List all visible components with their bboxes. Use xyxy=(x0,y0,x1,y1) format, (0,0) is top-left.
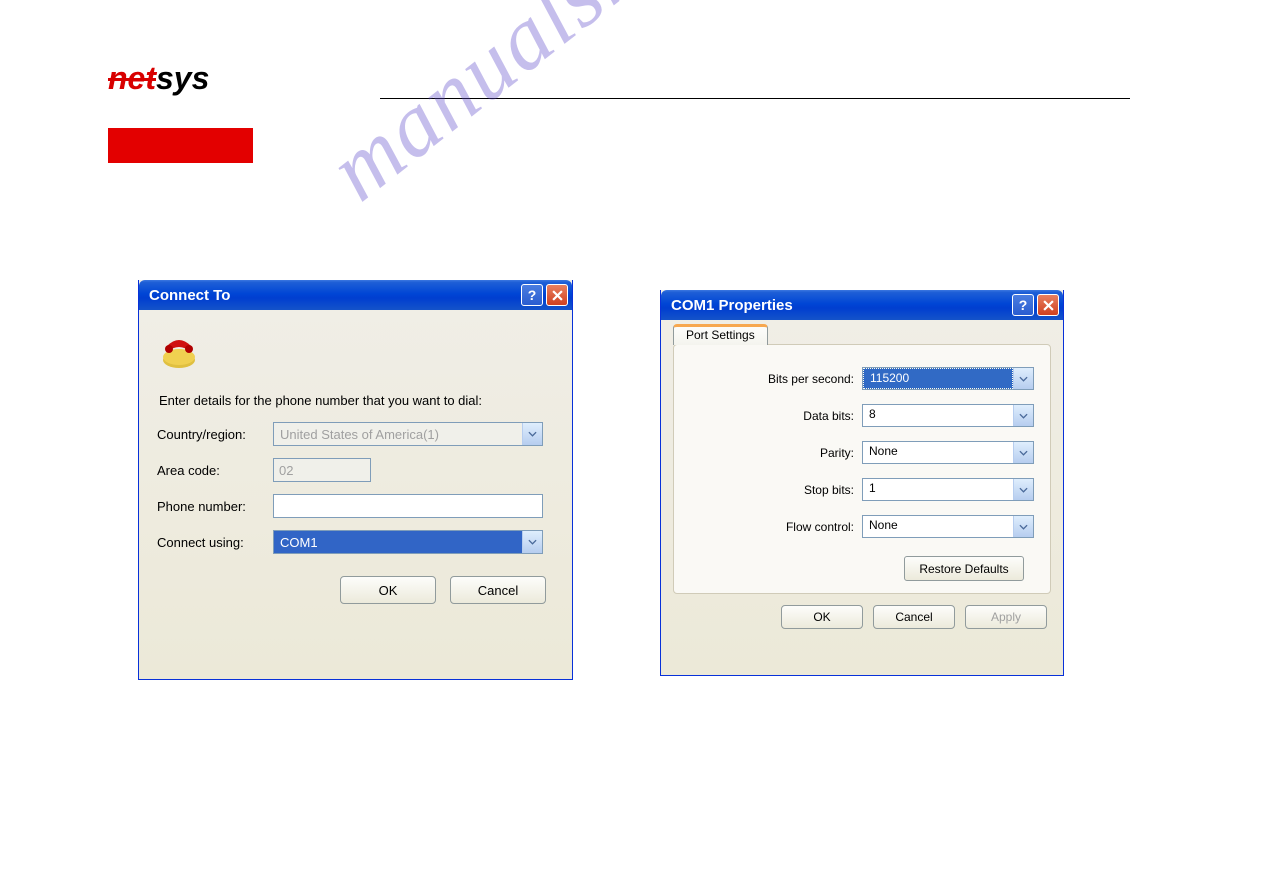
databits-select[interactable]: 8 xyxy=(862,404,1034,427)
country-value: United States of America(1) xyxy=(274,425,522,444)
stopbits-label: Stop bits: xyxy=(804,483,854,497)
logo-sys: sys xyxy=(156,60,209,96)
com-title: COM1 Properties xyxy=(671,297,1009,314)
connect-using-label: Connect using: xyxy=(157,535,273,550)
com1-properties-dialog: COM1 Properties ? Port Settings Bits per… xyxy=(660,290,1064,676)
phone-label: Phone number: xyxy=(157,499,273,514)
phone-icon xyxy=(161,332,554,375)
help-icon[interactable]: ? xyxy=(1012,294,1034,316)
cancel-button[interactable]: Cancel xyxy=(450,576,546,604)
ok-button[interactable]: OK xyxy=(781,605,863,629)
bps-label: Bits per second: xyxy=(768,372,854,386)
logo: netsys xyxy=(108,60,209,97)
area-label: Area code: xyxy=(157,463,273,478)
watermark-text: manualshive.com xyxy=(310,0,891,221)
stopbits-value: 1 xyxy=(863,479,1013,500)
chevron-down-icon[interactable] xyxy=(1013,405,1033,426)
restore-defaults-button[interactable]: Restore Defaults xyxy=(904,556,1024,581)
close-icon[interactable] xyxy=(546,284,568,306)
chevron-down-icon[interactable] xyxy=(1013,442,1033,463)
flow-value: None xyxy=(863,516,1013,537)
databits-value: 8 xyxy=(863,405,1013,426)
parity-label: Parity: xyxy=(820,446,854,460)
chevron-down-icon[interactable] xyxy=(1013,516,1033,537)
apply-button: Apply xyxy=(965,605,1047,629)
tab-port-settings[interactable]: Port Settings xyxy=(673,324,768,345)
country-label: Country/region: xyxy=(157,427,273,442)
phone-number-input[interactable] xyxy=(273,494,543,518)
flow-select[interactable]: None xyxy=(862,515,1034,538)
parity-select[interactable]: None xyxy=(862,441,1034,464)
flow-label: Flow control: xyxy=(786,520,854,534)
ok-button[interactable]: OK xyxy=(340,576,436,604)
connect-to-dialog: Connect To ? Enter details for the phone… xyxy=(138,280,573,680)
chevron-down-icon[interactable] xyxy=(522,531,542,553)
close-icon[interactable] xyxy=(1037,294,1059,316)
red-accent-block xyxy=(108,128,253,163)
bps-value: 115200 xyxy=(863,368,1013,389)
chevron-down-icon[interactable] xyxy=(1013,368,1033,389)
databits-label: Data bits: xyxy=(803,409,854,423)
header-divider xyxy=(380,98,1130,99)
logo-net: net xyxy=(108,60,156,96)
chevron-down-icon[interactable] xyxy=(1013,479,1033,500)
cancel-button[interactable]: Cancel xyxy=(873,605,955,629)
country-select: United States of America(1) xyxy=(273,422,543,446)
parity-value: None xyxy=(863,442,1013,463)
chevron-down-icon xyxy=(522,423,542,445)
connect-using-value: COM1 xyxy=(274,533,522,552)
instruction-text: Enter details for the phone number that … xyxy=(159,393,554,408)
connect-using-select[interactable]: COM1 xyxy=(273,530,543,554)
connect-titlebar[interactable]: Connect To ? xyxy=(139,280,572,310)
com-titlebar[interactable]: COM1 Properties ? xyxy=(661,290,1063,320)
connect-title: Connect To xyxy=(149,287,518,304)
bps-select[interactable]: 115200 xyxy=(862,367,1034,390)
stopbits-select[interactable]: 1 xyxy=(862,478,1034,501)
port-settings-group: Bits per second: 115200 Data bits: 8 Par… xyxy=(673,344,1051,594)
area-code-input xyxy=(273,458,371,482)
help-icon[interactable]: ? xyxy=(521,284,543,306)
